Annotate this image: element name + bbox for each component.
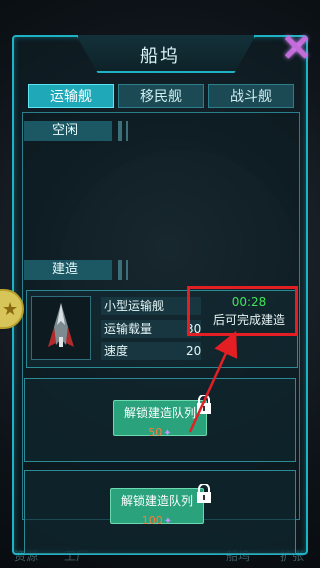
ship-image [31,296,91,360]
unlock-cost-2: 100 [141,514,163,527]
tab-warship[interactable]: 战斗舰 [208,84,294,108]
tab-colony[interactable]: 移民舰 [118,84,204,108]
lock-icon [195,483,213,504]
unlock-label-2: 解锁建造队列 [120,494,193,508]
lock-icon [195,394,213,415]
game-screen: 资源 工厂 船坞 扩张 船坞 运输舰 移民舰 战斗舰 空闲 建造 ★ 小型运输舰… [0,0,320,568]
unlock-label-1: 解锁建造队列 [123,406,196,420]
tab-transport[interactable]: 运输舰 [28,84,114,108]
ship-name: 小型运输舰 [101,297,201,315]
build-section-label: 建造 [24,260,128,280]
idle-section-label: 空闲 [24,121,128,141]
gem-icon: ✦ [163,428,172,439]
gem-icon: ✦ [163,516,173,527]
annotation-highlight-box [187,286,298,336]
unlock-queue-button-2[interactable]: 解锁建造队列 100✦ [110,488,204,527]
close-button[interactable] [283,34,309,60]
ship-icon [48,303,74,347]
speed-value: 20 [186,344,202,358]
unlock-cost-1: 50 [148,426,163,439]
page-title: 船坞 [140,46,180,67]
unlock-queue-button-1[interactable]: 解锁建造队列 50✦ [113,400,207,439]
star-icon: ★ [2,299,19,320]
